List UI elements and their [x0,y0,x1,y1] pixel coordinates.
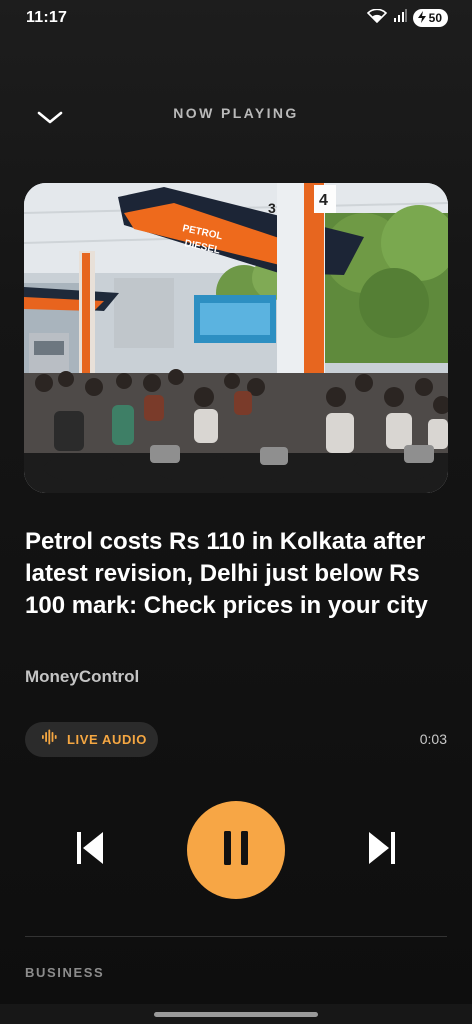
battery-level: 50 [428,11,442,25]
battery-charging-icon [417,10,427,26]
divider [25,936,447,937]
home-indicator[interactable] [154,1012,318,1017]
category-label: BUSINESS [25,965,105,980]
live-audio-label: LIVE AUDIO [67,732,147,747]
pause-button[interactable] [187,801,285,899]
article-source: MoneyControl [25,667,140,686]
waveform-icon [41,729,57,750]
battery-indicator: 50 [412,9,448,27]
pump-number-right: 4 [319,192,328,209]
pump-number-left: 3 [268,200,276,216]
elapsed-time: 0:03 [419,731,447,747]
status-time: 11:17 [26,9,68,26]
live-audio-badge: LIVE AUDIO [25,722,158,757]
skip-next-icon [367,831,397,870]
status-icons: 50 [366,8,448,28]
article-headline: Petrol costs Rs 110 in Kolkata after lat… [25,528,428,619]
status-bar: 11:17 50 [0,0,472,36]
article-image: PETROL DIESEL 4 3 [24,183,448,493]
wifi-icon [366,8,387,28]
next-button[interactable] [362,830,402,870]
previous-button[interactable] [70,830,110,870]
page-title: NOW PLAYING [173,105,299,121]
pause-icon [223,830,249,871]
signal-icon [393,8,407,28]
skip-previous-icon [75,831,105,870]
